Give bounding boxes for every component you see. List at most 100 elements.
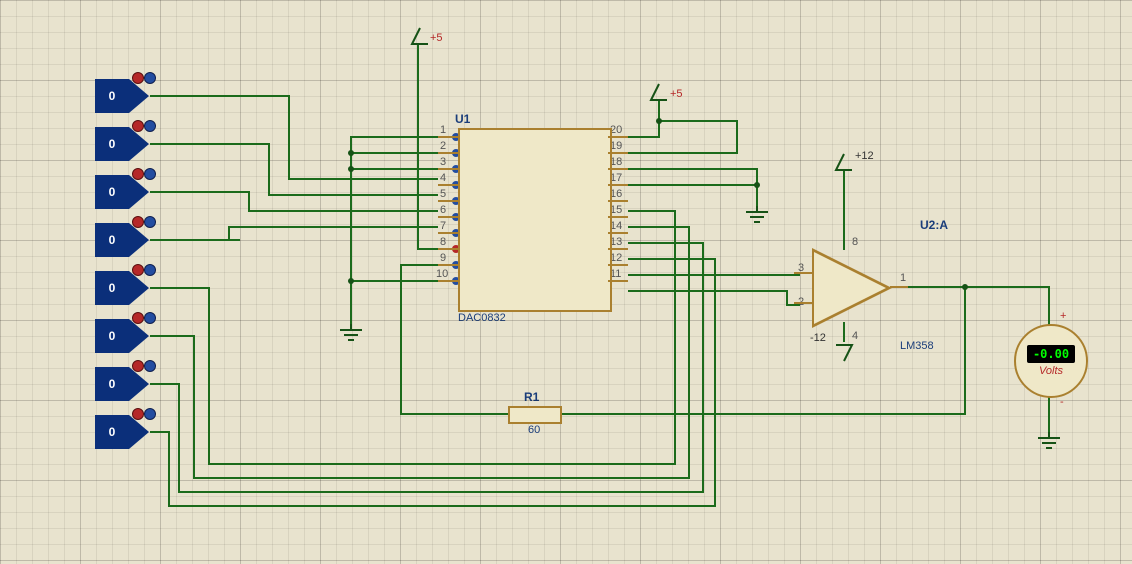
wire (150, 239, 230, 241)
wire (628, 210, 676, 212)
logic-state-0[interactable]: 0 (95, 79, 155, 113)
wire (288, 178, 438, 180)
r1-ref: R1 (524, 390, 539, 404)
wire (350, 136, 352, 326)
wire (248, 191, 250, 212)
wire (417, 44, 419, 250)
u2-part: LM358 (900, 340, 934, 352)
wire (658, 120, 738, 122)
status-dot (132, 216, 144, 228)
wire (208, 463, 676, 465)
u1-ref: U1 (455, 112, 470, 126)
status-dot (144, 120, 156, 132)
wire (1048, 286, 1050, 326)
wire (628, 168, 758, 170)
wire (150, 95, 290, 97)
status-dot (144, 312, 156, 324)
voltmeter[interactable]: -0.00 Volts (1014, 324, 1088, 398)
ground-right (742, 206, 772, 229)
wire (736, 120, 738, 154)
logic-state-6[interactable]: 0 (95, 367, 155, 401)
wire (350, 168, 438, 170)
voltmeter-unit: Volts (1039, 365, 1063, 377)
logic-state-1[interactable]: 0 (95, 127, 155, 161)
power-plus5-left (410, 26, 430, 49)
power-minus12 (834, 340, 854, 363)
junction-dot (348, 278, 354, 284)
wire (350, 152, 438, 154)
status-dot (132, 168, 144, 180)
wire (628, 136, 660, 138)
logic-state-4[interactable]: 0 (95, 271, 155, 305)
wire (786, 304, 800, 306)
ground-left (336, 324, 366, 347)
status-dot (144, 216, 156, 228)
wire (417, 248, 438, 250)
wire (400, 264, 402, 414)
logic-state-3[interactable]: 0 (95, 223, 155, 257)
wire (168, 431, 170, 507)
status-dot (132, 360, 144, 372)
wire (628, 290, 788, 292)
wire (1048, 394, 1050, 434)
wire (268, 143, 270, 196)
wire (193, 335, 195, 479)
power-plus5-right (649, 82, 669, 105)
wire (674, 210, 676, 465)
wire (714, 258, 716, 507)
wire (150, 287, 210, 289)
wire (150, 335, 195, 337)
status-dot (144, 72, 156, 84)
wire (208, 287, 210, 465)
logic-state-5[interactable]: 0 (95, 319, 155, 353)
wire (268, 194, 438, 196)
wire (193, 477, 690, 479)
wire (906, 286, 966, 288)
status-dot (132, 264, 144, 276)
r1-resistor[interactable] (508, 406, 562, 424)
wire (248, 210, 438, 212)
status-dot (144, 168, 156, 180)
wire (150, 191, 250, 193)
wire (178, 491, 704, 493)
wire (628, 242, 704, 244)
wire (168, 505, 716, 507)
wire (228, 226, 438, 228)
logic-state-7[interactable]: 0 (95, 415, 155, 449)
junction-dot (348, 150, 354, 156)
wire (964, 286, 1050, 288)
wire (350, 136, 438, 138)
wire (688, 226, 690, 479)
status-dot (132, 120, 144, 132)
status-dot (144, 360, 156, 372)
wire (288, 95, 290, 180)
wire (628, 226, 690, 228)
junction-dot (754, 182, 760, 188)
wire (628, 274, 800, 276)
status-dot (132, 72, 144, 84)
wire (843, 170, 845, 250)
wire (178, 383, 180, 493)
junction-dot (656, 118, 662, 124)
wire (400, 264, 438, 266)
u1-chip[interactable] (458, 128, 612, 312)
ground-meter (1034, 432, 1064, 455)
status-dot (144, 408, 156, 420)
power-plus12 (834, 152, 854, 175)
status-dot (132, 312, 144, 324)
logic-state-2[interactable]: 0 (95, 175, 155, 209)
wire (702, 242, 704, 493)
wire (756, 168, 758, 208)
r1-value: 60 (528, 424, 540, 436)
status-dot (144, 264, 156, 276)
wire (150, 143, 270, 145)
wire (228, 226, 230, 241)
schematic-canvas[interactable]: 0 0 0 0 0 0 0 0 (0, 0, 1132, 564)
wire (558, 413, 966, 415)
u1-part: DAC0832 (458, 312, 506, 324)
wire (628, 258, 716, 260)
u2-ref: U2:A (920, 218, 948, 232)
wire (628, 184, 758, 186)
junction-dot (348, 166, 354, 172)
voltmeter-reading: -0.00 (1027, 345, 1075, 363)
